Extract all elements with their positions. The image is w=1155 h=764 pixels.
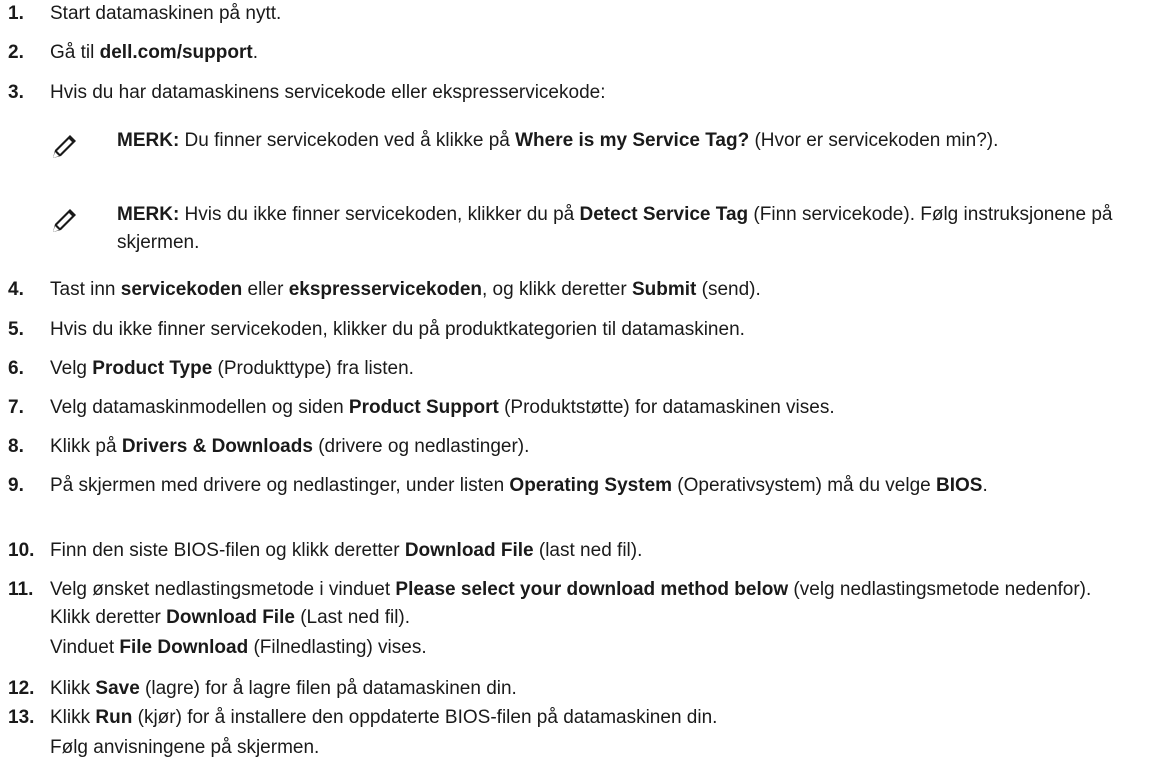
step-5: 5. Hvis du ikke finner servicekoden, kli…: [0, 316, 1150, 344]
step-11: 11. Velg ønsket nedlastingsmetode i vind…: [0, 576, 1150, 632]
step-text: På skjermen med drivere og nedlastinger,…: [50, 475, 988, 496]
bold-term: File Download: [119, 637, 249, 658]
bold-term: ekspresservicekoden: [288, 279, 482, 300]
step-number: 11.: [8, 579, 34, 600]
step-text: Velg ønsket nedlastingsmetode i vinduet …: [50, 579, 1092, 628]
step-9: 9. På skjermen med drivere og nedlasting…: [0, 472, 1150, 528]
step-text: Hvis du har datamaskinens servicekode el…: [50, 82, 606, 103]
step-sub-text: Følg anvisningene på skjermen.: [50, 737, 320, 758]
step-number: 1.: [8, 3, 24, 24]
step-number: 12.: [8, 678, 35, 699]
bold-term: servicekoden: [120, 279, 243, 300]
note-label: MERK:: [117, 204, 180, 225]
note-label: MERK:: [117, 130, 180, 151]
note-merk-1: MERK: Du finner servicekoden ved å klikk…: [50, 127, 1150, 187]
step-12: 12. Klikk Save (lagre) for å lagre filen…: [0, 675, 1150, 703]
step-number: 4.: [8, 279, 24, 300]
step-text: Finn den siste BIOS-filen og klikk deret…: [50, 540, 643, 561]
step-number: 2.: [8, 42, 24, 63]
step-7: 7. Velg datamaskinmodellen og siden Prod…: [0, 394, 1150, 422]
step-8: 8. Klikk på Drivers & Downloads (drivere…: [0, 433, 1150, 461]
step-sub-text: Vinduet File Download (Filnedlasting) vi…: [50, 637, 427, 658]
step-4: 4. Tast inn servicekoden eller ekspresse…: [0, 276, 1150, 304]
note-body: Du finner servicekoden ved å klikke på W…: [179, 130, 999, 151]
step-text: Gå til dell.com/support.: [50, 42, 258, 63]
bold-term: Product Type: [92, 358, 213, 379]
bold-term: Download File: [404, 540, 534, 561]
step-6: 6. Velg Product Type (Produkttype) fra l…: [0, 355, 1150, 383]
bold-term: Run: [95, 707, 133, 728]
bold-term: Drivers & Downloads: [121, 436, 313, 457]
step-text: Hvis du ikke finner servicekoden, klikke…: [50, 319, 745, 340]
step-number: 10.: [8, 540, 35, 561]
note-body: Hvis du ikke finner servicekoden, klikke…: [117, 204, 1113, 253]
bold-term: dell.com/support: [99, 42, 253, 63]
bold-term: Where is my Service Tag?: [515, 130, 750, 151]
note-pencil-icon: [53, 135, 76, 158]
bold-term: Product Support: [348, 397, 499, 418]
bold-term: Operating System: [509, 475, 673, 496]
bold-term: Please select your download method below: [395, 579, 789, 600]
note-text: MERK: Du finner servicekoden ved å klikk…: [117, 127, 1150, 155]
step-number: 9.: [8, 475, 24, 496]
note-pencil-icon: [53, 209, 76, 232]
step-1: 1. Start datamaskinen på nytt.: [0, 0, 1150, 28]
step-number: 8.: [8, 436, 24, 457]
step-text: Velg datamaskinmodellen og siden Product…: [50, 397, 835, 418]
step-number: 3.: [8, 82, 24, 103]
step-text: Klikk på Drivers & Downloads (drivere og…: [50, 436, 530, 457]
bold-term: Save: [95, 678, 140, 699]
step-number: 7.: [8, 397, 24, 418]
step-13-result: Følg anvisningene på skjermen.: [0, 734, 1150, 762]
step-text: Velg Product Type (Produkttype) fra list…: [50, 358, 414, 379]
step-13: 13. Klikk Run (kjør) for å installere de…: [0, 704, 1150, 732]
step-text: Tast inn servicekoden eller ekspresservi…: [50, 279, 761, 300]
bold-term: BIOS: [936, 475, 983, 496]
step-11-result: Vinduet File Download (Filnedlasting) vi…: [0, 634, 1150, 662]
step-number: 13.: [8, 707, 35, 728]
note-text: MERK: Hvis du ikke finner servicekoden, …: [117, 201, 1150, 257]
step-3: 3. Hvis du har datamaskinens servicekode…: [0, 79, 1150, 107]
step-number: 5.: [8, 319, 24, 340]
bold-term: Detect Service Tag: [579, 204, 749, 225]
step-text: Klikk Run (kjør) for å installere den op…: [50, 707, 718, 728]
step-text: Start datamaskinen på nytt.: [50, 3, 282, 24]
step-number: 6.: [8, 358, 24, 379]
step-text: Klikk Save (lagre) for å lagre filen på …: [50, 678, 517, 699]
step-10: 10. Finn den siste BIOS-filen og klikk d…: [0, 537, 1150, 565]
note-merk-2: MERK: Hvis du ikke finner servicekoden, …: [50, 201, 1150, 261]
step-2: 2. Gå til dell.com/support.: [0, 39, 1150, 67]
bold-term: Download File: [166, 607, 295, 628]
bold-term: Submit: [631, 279, 697, 300]
